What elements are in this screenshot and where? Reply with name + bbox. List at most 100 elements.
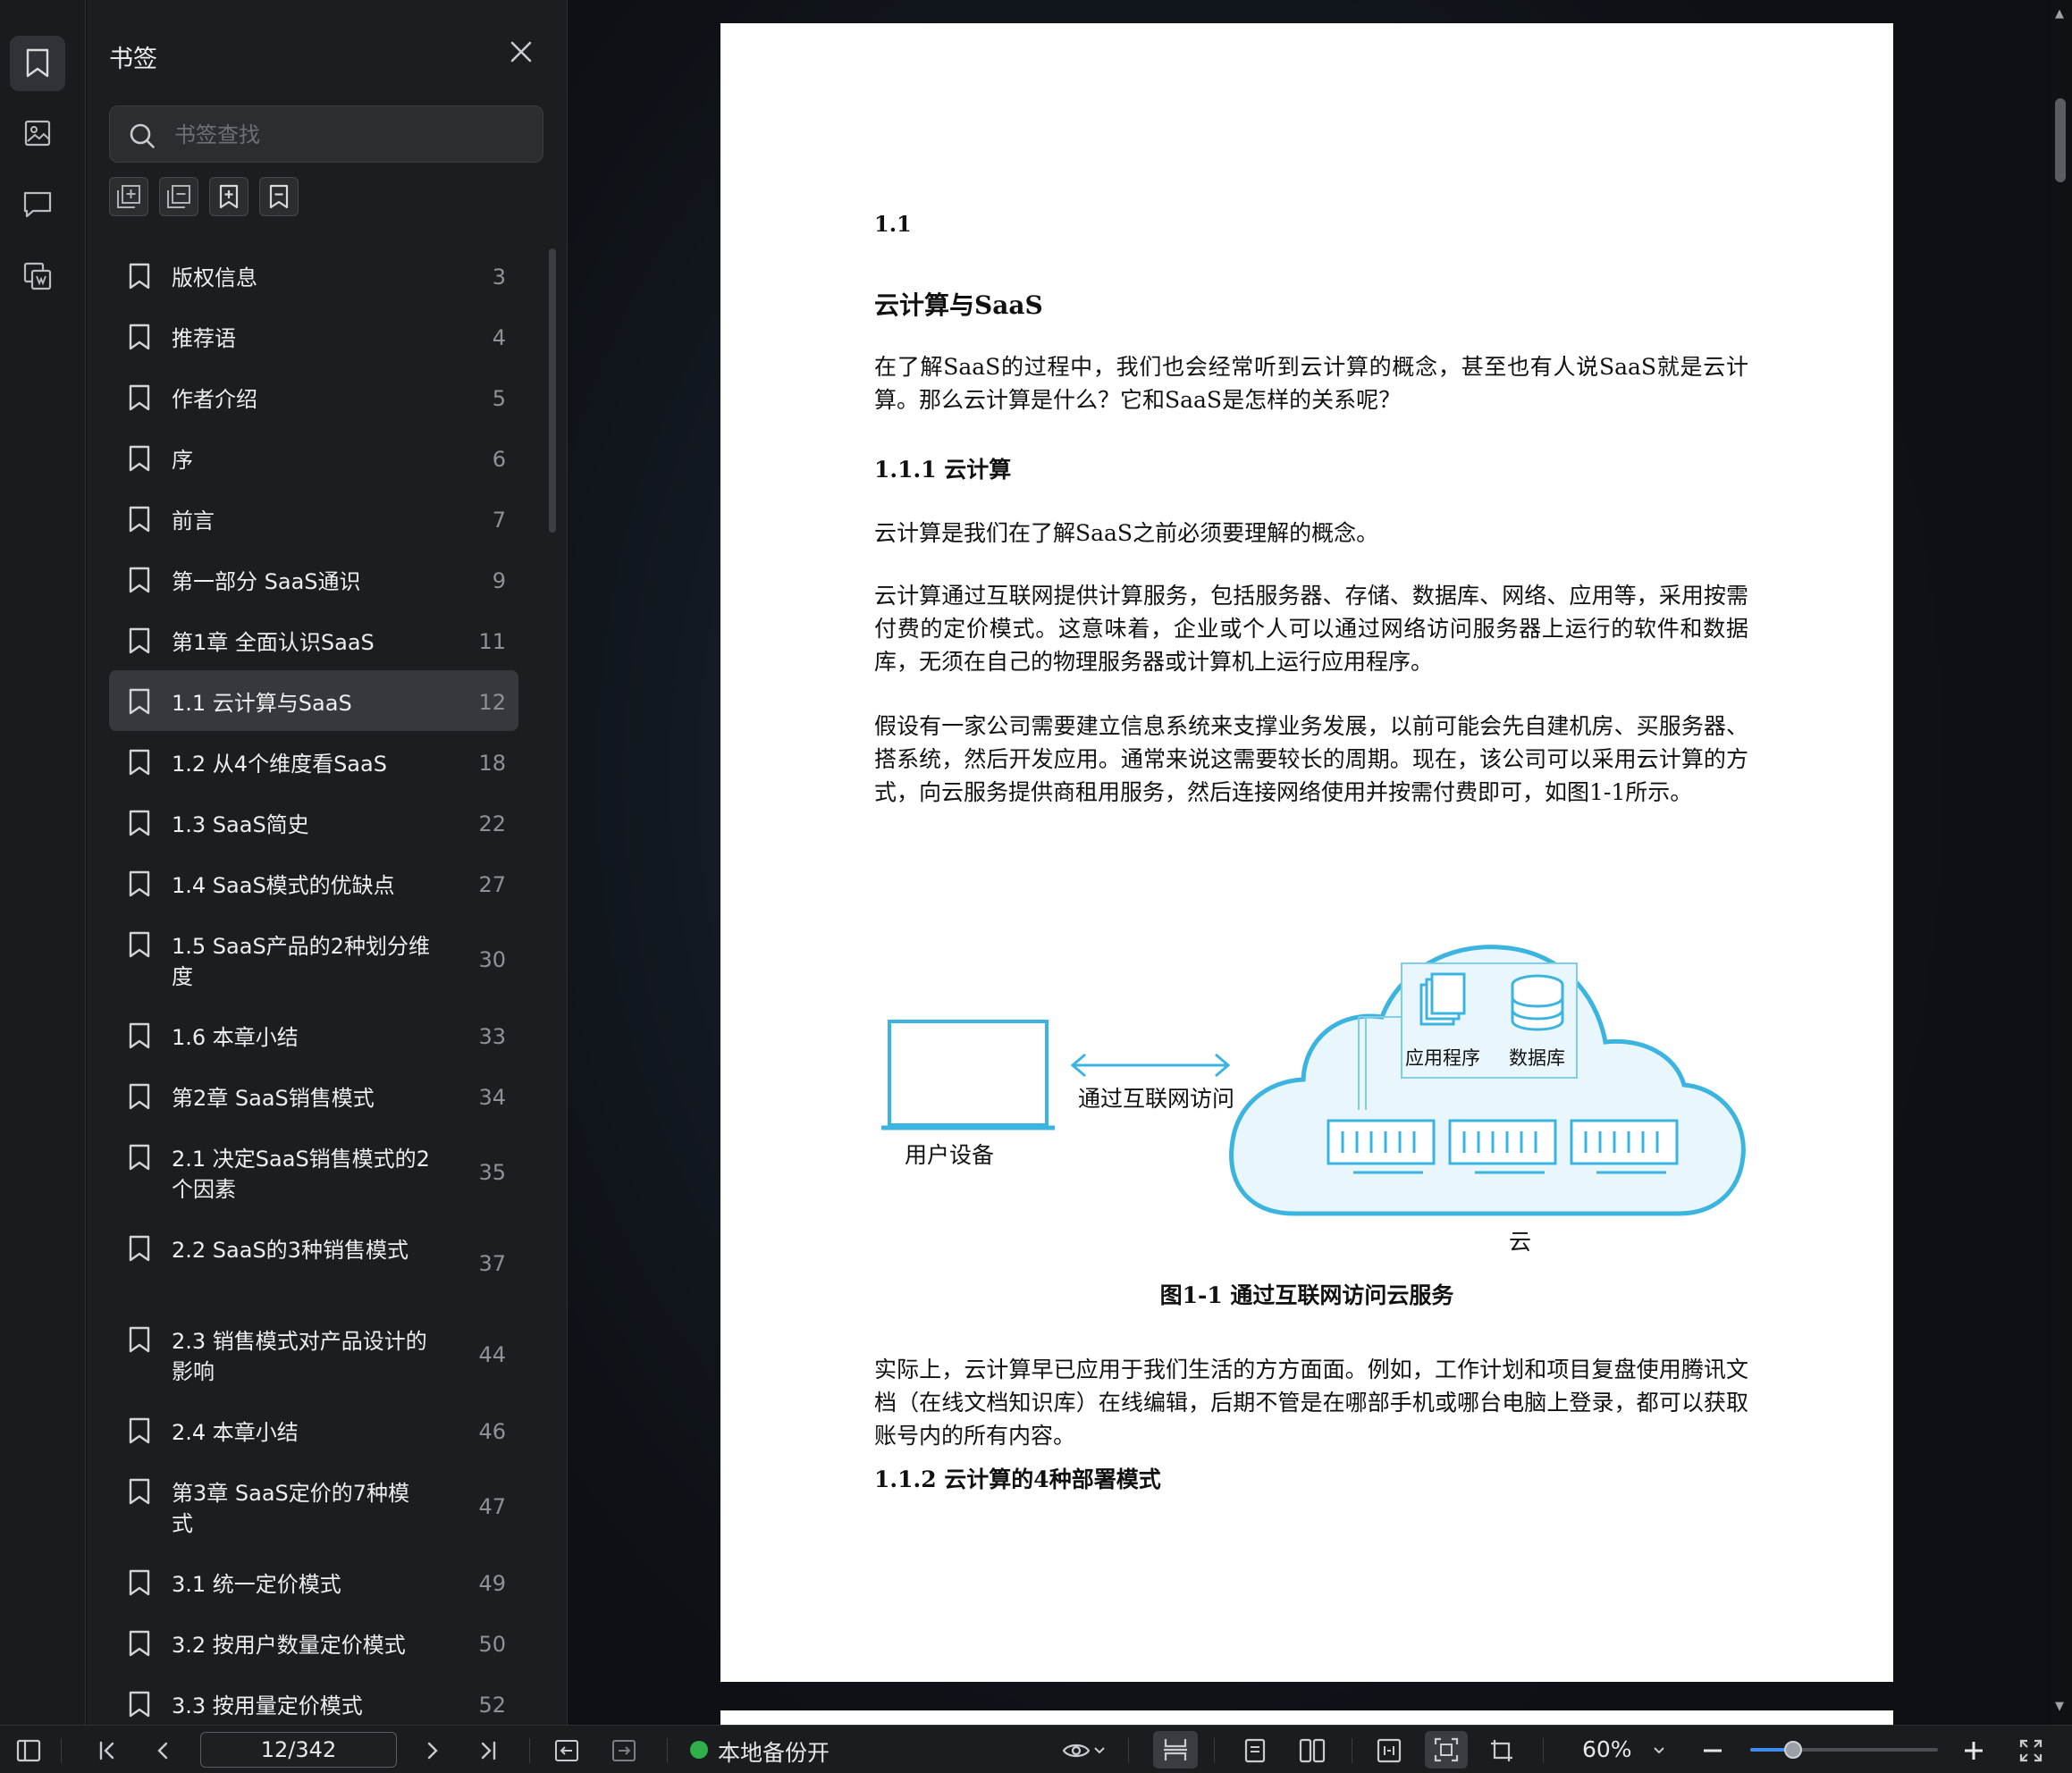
page-number-input[interactable]: 12/342	[200, 1732, 397, 1768]
paragraph: 假设有一家公司需要建立信息系统来支撑业务发展，以前可能会先自建机房、买服务器、搭…	[874, 713, 1748, 805]
backup-status-icon	[690, 1741, 708, 1759]
bookmark-item[interactable]: 1.6 本章小结 33	[109, 1004, 518, 1065]
section-title: 云计算与SaaS	[874, 290, 1043, 320]
bookmark-item[interactable]: 推荐语 4	[109, 306, 518, 366]
bookmark-page-number: 11	[478, 629, 506, 654]
eye-icon[interactable]	[1062, 1736, 1091, 1765]
zoom-out-icon[interactable]	[1698, 1736, 1727, 1765]
bookmark-item[interactable]: 3.2 按用户数量定价模式 50	[109, 1612, 518, 1673]
bookmark-page-number: 6	[492, 447, 506, 472]
user-device-label: 用户设备	[905, 1142, 995, 1168]
chevron-down-icon[interactable]	[1091, 1736, 1108, 1765]
back-icon[interactable]	[552, 1736, 581, 1765]
bookmark-item[interactable]: 3.3 按用量定价模式 52	[109, 1673, 518, 1725]
collapse-all-icon[interactable]	[159, 177, 198, 216]
bookmark-page-number: 4	[492, 325, 506, 350]
panel-title: 书签	[109, 46, 157, 73]
bookmark-item[interactable]: 3.1 统一定价模式 49	[109, 1551, 518, 1612]
bookmark-label: 推荐语	[172, 326, 236, 351]
bookmark-item[interactable]: 序6	[109, 427, 518, 488]
bookmark-search-input[interactable]	[174, 117, 523, 153]
bookmark-label: 第1章 全面认识SaaS	[172, 630, 375, 655]
continuous-scroll-icon[interactable]	[1153, 1731, 1198, 1769]
add-bookmark-icon[interactable]	[209, 177, 248, 216]
fullscreen-icon[interactable]	[2017, 1736, 2045, 1765]
bookmark-page-number: 3	[492, 265, 506, 290]
chevron-down-icon[interactable]	[1650, 1736, 1668, 1765]
bookmark-item[interactable]: 第1章 全面认识SaaS 11	[109, 609, 518, 670]
bookmark-icon	[127, 688, 152, 715]
bookmark-icon	[127, 1022, 152, 1049]
bookmark-item[interactable]: 作者介绍 5	[109, 366, 518, 427]
actual-size-icon[interactable]	[1487, 1736, 1516, 1765]
viewer-scrollbar-thumb[interactable]	[2055, 98, 2066, 182]
forward-icon[interactable]	[610, 1736, 638, 1765]
bookmark-icon	[127, 1569, 152, 1596]
thumbnail-panel-icon[interactable]	[10, 105, 65, 161]
bookmark-item[interactable]: 第一部分 SaaS通识 9	[109, 549, 518, 609]
two-page-icon[interactable]	[1298, 1736, 1327, 1765]
expand-all-icon[interactable]	[109, 177, 148, 216]
bookmark-page-number: 46	[478, 1419, 506, 1444]
bookmark-item[interactable]: 2.4 本章小结 46	[109, 1399, 518, 1460]
close-icon[interactable]	[507, 38, 535, 66]
bookmark-item[interactable]: 前言 7	[109, 488, 518, 549]
bookmark-icon	[127, 870, 152, 897]
subheading: 1.1.2 云计算的4种部署模式	[874, 1466, 1161, 1492]
comment-panel-icon[interactable]	[10, 177, 65, 232]
bookmark-page-number: 22	[478, 811, 506, 836]
bookmark-item[interactable]: 1.3 SaaS简史 22	[109, 792, 518, 853]
panel-scrollbar[interactable]	[549, 248, 556, 533]
bookmark-toolbar	[109, 177, 299, 216]
bookmark-page-number: 33	[478, 1024, 506, 1049]
prev-page-icon[interactable]	[148, 1736, 177, 1765]
bookmark-item[interactable]: 版权信息 3	[109, 245, 518, 306]
bookmark-item[interactable]: 2.1 决定SaaS销售模式的2个因素 35	[109, 1126, 518, 1217]
bookmark-item[interactable]: 第3章 SaaS定价的7种模式 47	[109, 1460, 518, 1551]
bookmark-label: 序	[172, 448, 193, 473]
bookmark-label: 2.2 SaaS的3种销售模式	[172, 1238, 409, 1263]
last-page-icon[interactable]	[474, 1736, 502, 1765]
bookmark-label: 1.1 云计算与SaaS	[172, 691, 352, 716]
search-icon	[128, 122, 156, 150]
scroll-down-icon[interactable]: ▼	[2055, 1700, 2064, 1713]
fit-width-icon[interactable]	[1375, 1736, 1403, 1765]
zoom-level[interactable]: 60%	[1582, 1736, 1632, 1762]
bookmark-label: 第一部分 SaaS通识	[172, 569, 361, 594]
document-stack-icon	[1419, 972, 1466, 1026]
fit-page-icon[interactable]	[1425, 1731, 1468, 1769]
zoom-slider-thumb[interactable]	[1784, 1741, 1803, 1759]
document-page: 1.1 云计算与SaaS 在了解SaaS的过程中，我们也会经常听到云计算的概念，…	[720, 23, 1893, 1682]
single-page-icon[interactable]	[1241, 1736, 1269, 1765]
bookmark-icon	[127, 1235, 152, 1262]
first-page-icon[interactable]	[93, 1736, 122, 1765]
bookmark-panel-icon[interactable]	[10, 36, 65, 91]
bookmark-item[interactable]: 2.2 SaaS的3种销售模式 37	[109, 1217, 518, 1308]
toggle-sidebar-icon[interactable]	[14, 1736, 43, 1765]
scroll-up-icon[interactable]: ▲	[2055, 7, 2064, 21]
bookmark-label: 2.3 销售模式对产品设计的影响	[172, 1329, 427, 1384]
bookmark-page-number: 49	[478, 1571, 506, 1596]
outline-panel-icon[interactable]	[10, 248, 65, 304]
double-arrow-icon	[1070, 1053, 1231, 1078]
bookmark-page-number: 52	[478, 1693, 506, 1718]
bookmark-item[interactable]: 1.4 SaaS模式的优缺点 27	[109, 853, 518, 913]
bookmark-icon	[127, 931, 152, 958]
bookmark-item[interactable]: 2.3 销售模式对产品设计的影响 44	[109, 1308, 518, 1399]
bookmark-item[interactable]: 1.5 SaaS产品的2种划分维度 30	[109, 913, 518, 1004]
bookmark-icon	[127, 1630, 152, 1657]
viewer-scrollbar[interactable]	[2051, 0, 2072, 1725]
cloud-diagram: 用户设备 通过互联网访问 应用程序 数据库 云	[874, 863, 1750, 1265]
bookmark-item[interactable]: 1.2 从4个维度看SaaS 18	[109, 731, 518, 792]
bookmark-icon	[127, 506, 152, 533]
paragraph: 在了解SaaS的过程中，我们也会经常听到云计算的概念，甚至也有人说SaaS就是云…	[874, 354, 1748, 413]
bookmark-item[interactable]: 1.1 云计算与SaaS 12	[109, 670, 518, 731]
backup-status-label[interactable]: 本地备份开	[718, 1735, 830, 1768]
next-page-icon[interactable]	[418, 1736, 447, 1765]
remove-bookmark-icon[interactable]	[259, 177, 299, 216]
zoom-slider[interactable]	[1750, 1741, 1938, 1759]
bookmark-item[interactable]: 第2章 SaaS销售模式 34	[109, 1065, 518, 1126]
zoom-in-icon[interactable]	[1959, 1736, 1988, 1765]
bookmark-label: 2.4 本章小结	[172, 1420, 299, 1445]
bookmark-page-number: 27	[478, 872, 506, 897]
